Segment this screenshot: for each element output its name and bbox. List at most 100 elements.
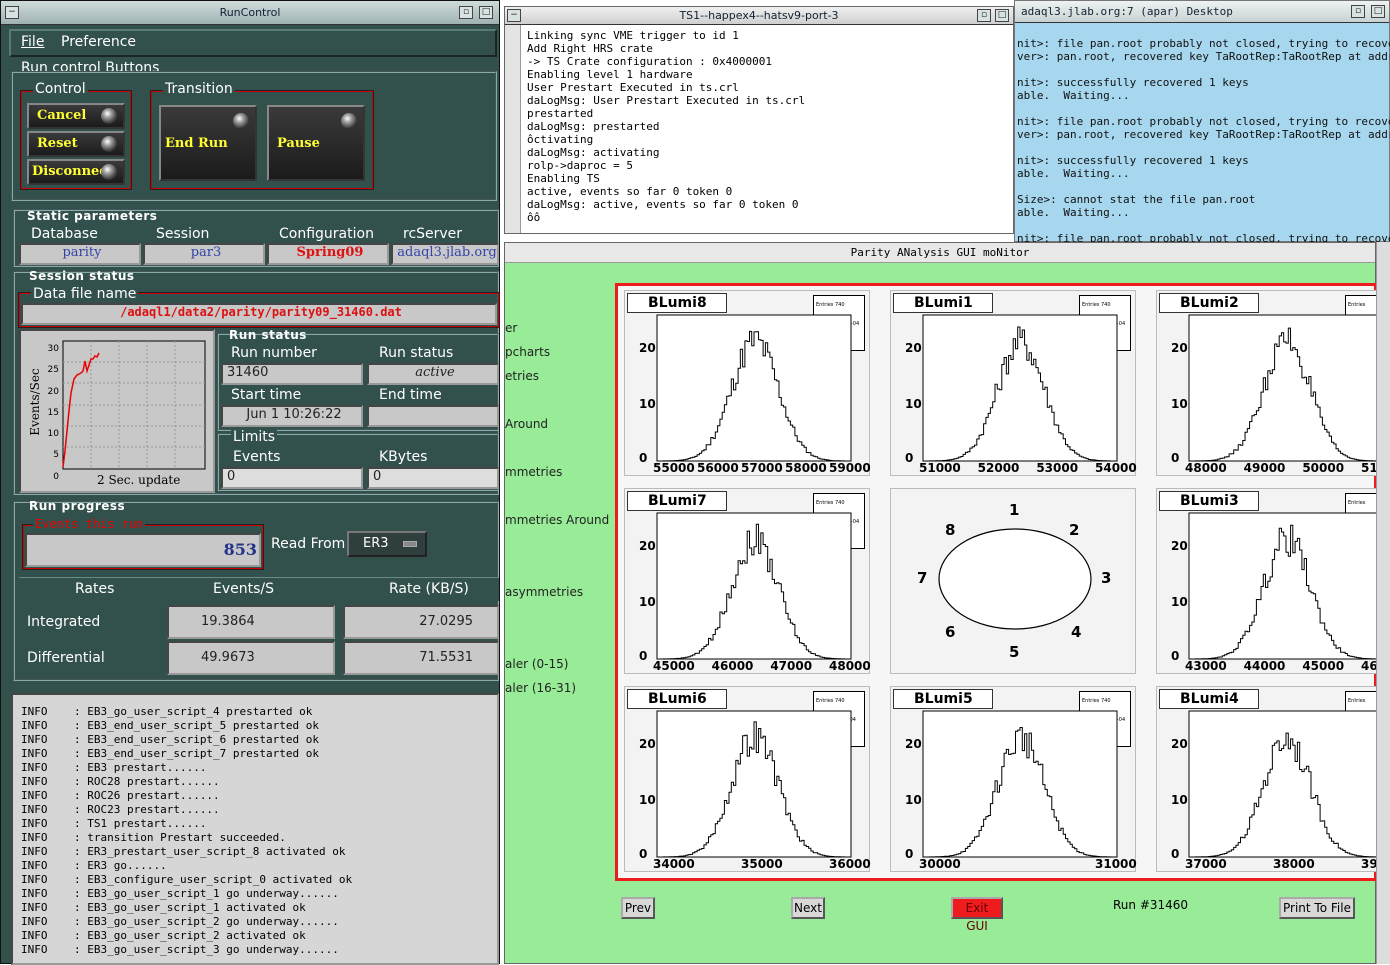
- log-entry: INFO : EB3 prestart......: [21, 761, 352, 775]
- events-limit-label: Events: [233, 449, 281, 465]
- terminal-line: daLogMsg: activating: [527, 146, 660, 159]
- read-from-select[interactable]: ER3: [347, 531, 427, 557]
- log-level: INFO: [21, 873, 74, 886]
- integrated-rate: 27.0295: [343, 605, 499, 639]
- pan-menu-item[interactable]: er: [505, 321, 517, 335]
- desktop-line: nit>: file pan.root probably not closed,…: [1017, 37, 1390, 50]
- x-tick-label: 54000: [1095, 461, 1137, 475]
- file-menu[interactable]: File: [21, 34, 44, 50]
- maximize-icon[interactable]: □: [995, 9, 1009, 22]
- x-tick-label: 51000: [919, 461, 961, 475]
- next-button[interactable]: Next: [791, 897, 825, 919]
- log-panel[interactable]: INFO : EB3_go_user_script_4 prestarted o…: [11, 693, 499, 965]
- kbytes-limit-input[interactable]: 0: [367, 467, 499, 489]
- x-tick-label: 45000: [1302, 659, 1345, 673]
- runcontrol-window: RunControl ▫ □ − File Preference Run con…: [0, 0, 500, 965]
- maximize-icon[interactable]: □: [1371, 5, 1385, 18]
- prev-button[interactable]: Prev: [621, 897, 655, 919]
- iconify-icon[interactable]: ▫: [1351, 5, 1365, 18]
- pan-menu-item[interactable]: pcharts: [505, 345, 550, 359]
- pan-menu-item[interactable]: asymmetries: [505, 585, 583, 599]
- pan-menu-item[interactable]: aler (16-31): [505, 681, 576, 695]
- log-level: INFO: [21, 761, 74, 774]
- window-menu-icon[interactable]: −: [507, 9, 521, 22]
- disconnect-button[interactable]: Disconnect: [27, 159, 125, 185]
- x-tick-label: 44000: [1243, 659, 1286, 673]
- pause-button[interactable]: Pause: [267, 105, 365, 181]
- integrated-label: Integrated: [27, 614, 101, 630]
- histogram-plot: [922, 314, 1118, 462]
- histogram-blumi5[interactable]: BLumi5Entries 740Mean 3.061e+04RMS 391.4…: [890, 686, 1137, 872]
- rate-ylabel: Events/Sec: [28, 368, 42, 436]
- cancel-button[interactable]: Cancel: [27, 103, 125, 129]
- reset-button[interactable]: Reset: [27, 131, 125, 157]
- limits-label: Limits: [231, 429, 277, 445]
- x-tick-label: 43000: [1185, 659, 1227, 673]
- pan-menu-item[interactable]: mmetries: [505, 465, 562, 479]
- start-time-label: Start time: [231, 387, 302, 403]
- histogram-blumi7[interactable]: BLumi7Entries 740Mean 4.652e+04RMS 589.8…: [624, 488, 871, 674]
- differential-rate: 71.5531: [343, 641, 499, 675]
- histogram-blumi8[interactable]: BLumi8Entries 740Mean 5.771e+04RMS 725.8…: [624, 290, 871, 476]
- log-entry: INFO : EB3_go_user_script_3 go underway.…: [21, 943, 352, 957]
- progress-section: Run progress: [29, 499, 126, 513]
- pause-led-icon: [341, 113, 357, 129]
- print-button[interactable]: Print To File: [1279, 897, 1355, 919]
- log-entry: INFO : ROC23 prestart......: [21, 803, 352, 817]
- events-this-run-value: 853: [25, 533, 261, 567]
- run-status-section: Run status: [229, 328, 307, 342]
- detector-label-3: 3: [1101, 569, 1112, 587]
- desktop-line: [1017, 219, 1390, 232]
- histogram-blumi4[interactable]: BLumi4EntriesMeanRMS20100370003800039000: [1156, 686, 1390, 872]
- run-status-label: Run status: [379, 345, 454, 361]
- log-message: : EB3_end_user_script_7 prestarted ok: [73, 747, 320, 760]
- pan-menu-item[interactable]: Around: [505, 417, 548, 431]
- log-entry: INFO : EB3_go_user_script_2 go underway.…: [21, 915, 352, 929]
- x-tick-label: 48000: [1185, 461, 1227, 475]
- histogram-blumi3[interactable]: BLumi3EntriesMeanRMS20100430004400045000…: [1156, 488, 1390, 674]
- histogram-blumi1[interactable]: BLumi1Entries 740Mean 5.253e+04RMS 680.8…: [890, 290, 1137, 476]
- window-menu-icon[interactable]: −: [5, 6, 19, 19]
- maximize-icon[interactable]: □: [479, 6, 493, 19]
- desktop-titlebar[interactable]: adaql3.jlab.org:7 (apar) Desktop ▫ □: [1015, 1, 1389, 23]
- data-file-value: /adaql1/data2/parity/parity09_31460.dat: [21, 303, 497, 325]
- terminal-line: Enabling level 1 hardware: [527, 68, 693, 81]
- desktop-line: able. Waiting...: [1017, 167, 1130, 180]
- histogram-blumi6[interactable]: BLumi6Entries 740Mean 3.47e+04RMS 442.92…: [624, 686, 871, 872]
- terminal-line: ôô: [527, 211, 541, 224]
- pan-menu-item[interactable]: etries: [505, 369, 539, 383]
- run-status-value: active: [367, 363, 499, 385]
- configuration-value: Spring09: [267, 243, 389, 265]
- terminal-scrollbar[interactable]: [505, 25, 521, 233]
- detector-diagram: 1 2 3 4 5 6 7 8: [890, 488, 1136, 674]
- runcontrol-titlebar[interactable]: RunControl ▫ □ −: [1, 1, 499, 25]
- iconify-icon[interactable]: ▫: [459, 6, 473, 19]
- ytick: 20: [47, 386, 59, 397]
- terminal-line: daLogMsg: active, events so far 0 token …: [527, 198, 799, 211]
- config-header: Configuration: [279, 226, 374, 242]
- y-tick-label: 20: [1171, 539, 1188, 553]
- detector-label-4: 4: [1071, 623, 1082, 641]
- log-message: : ROC26 prestart......: [73, 789, 220, 802]
- events-limit-input[interactable]: 0: [221, 467, 363, 489]
- exit-gui-button[interactable]: Exit GUI: [951, 897, 1003, 933]
- histogram-canvas[interactable]: BLumi8Entries 740Mean 5.771e+04RMS 725.8…: [615, 283, 1390, 881]
- pan-menu-item[interactable]: mmetries Around: [505, 513, 609, 527]
- y-tick-label: 10: [639, 397, 656, 411]
- pan-menu-item[interactable]: aler (0-15): [505, 657, 568, 671]
- rcserver-value: adaql3.jlab.org: [391, 243, 499, 265]
- log-message: : ER3_prestart_user_script_8 activated o…: [73, 845, 346, 858]
- pan-titlebar[interactable]: Parity ANalysis GUI moNitor: [505, 243, 1375, 263]
- y-tick-label: 0: [905, 847, 914, 861]
- terminal-titlebar[interactable]: TS1--happex4--hatsv9-port-3 ▫ □ −: [505, 7, 1013, 25]
- events-this-run-label: Events this run: [33, 517, 146, 531]
- desktop-scrollbar[interactable]: [1376, 242, 1390, 964]
- preference-menu[interactable]: Preference: [61, 34, 136, 50]
- runcontrol-title: RunControl: [219, 6, 281, 19]
- pan-title: Parity ANalysis GUI moNitor: [850, 246, 1030, 259]
- end-run-button[interactable]: End Run: [159, 105, 257, 181]
- y-tick-label: 0: [905, 451, 914, 465]
- start-time-value: Jun 1 10:26:22: [221, 405, 363, 427]
- iconify-icon[interactable]: ▫: [977, 9, 991, 22]
- histogram-blumi2[interactable]: BLumi2EntriesMeanRMS20100480004900050000…: [1156, 290, 1390, 476]
